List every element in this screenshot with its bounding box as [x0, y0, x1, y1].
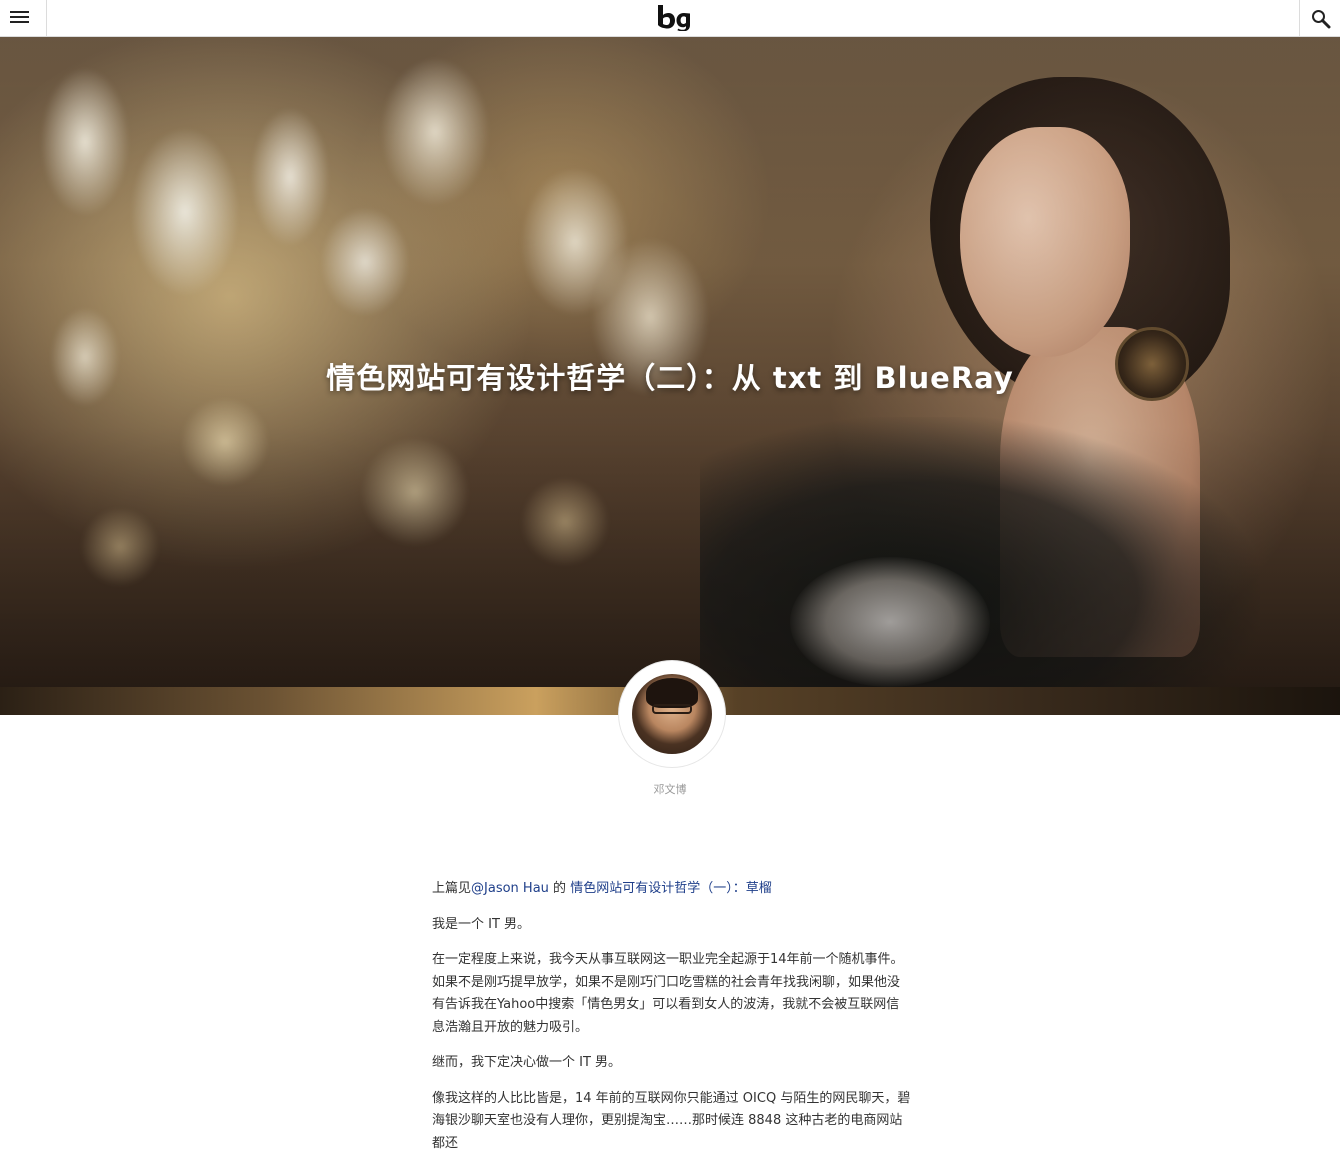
paragraph: 继而，我下定决心做一个 IT 男。: [432, 1055, 622, 1070]
intro-prefix: 上篇见: [432, 881, 472, 896]
hero-image: 情色网站可有设计哲学（二）：从 txt 到 BlueRay: [0, 37, 1340, 687]
paragraph: 在一定程度上来说，我今天从事互联网这一职业完全起源于14年前一个随机事件。如果不…: [432, 952, 904, 1035]
author-mention-link[interactable]: @Jason Hau: [471, 881, 549, 896]
intro-middle: 的: [548, 881, 567, 896]
top-navigation-bar: [0, 0, 1340, 37]
paragraph: 我是一个 IT 男。: [432, 916, 531, 932]
paragraph: 像我这样的人比比皆是，14 年前的互联网你只能通过 OICQ 与陌生的网民聊天，…: [432, 1090, 911, 1151]
author-avatar[interactable]: [632, 674, 712, 754]
site-logo[interactable]: [655, 3, 691, 31]
author-name[interactable]: 邓文博: [0, 781, 1340, 797]
menu-icon[interactable]: [0, 0, 47, 37]
article-title: 情色网站可有设计哲学（二）：从 txt 到 BlueRay: [326, 361, 1014, 395]
article-body: 上篇见@Jason Hau 的 情色网站可有设计哲学（一）：草榴 我是一个 IT…: [432, 878, 912, 1168]
intro-paragraph: 上篇见@Jason Hau 的 情色网站可有设计哲学（一）：草榴: [432, 878, 912, 901]
previous-article-link[interactable]: 情色网站可有设计哲学（一）：草榴: [570, 881, 772, 896]
search-icon[interactable]: [1299, 0, 1340, 37]
